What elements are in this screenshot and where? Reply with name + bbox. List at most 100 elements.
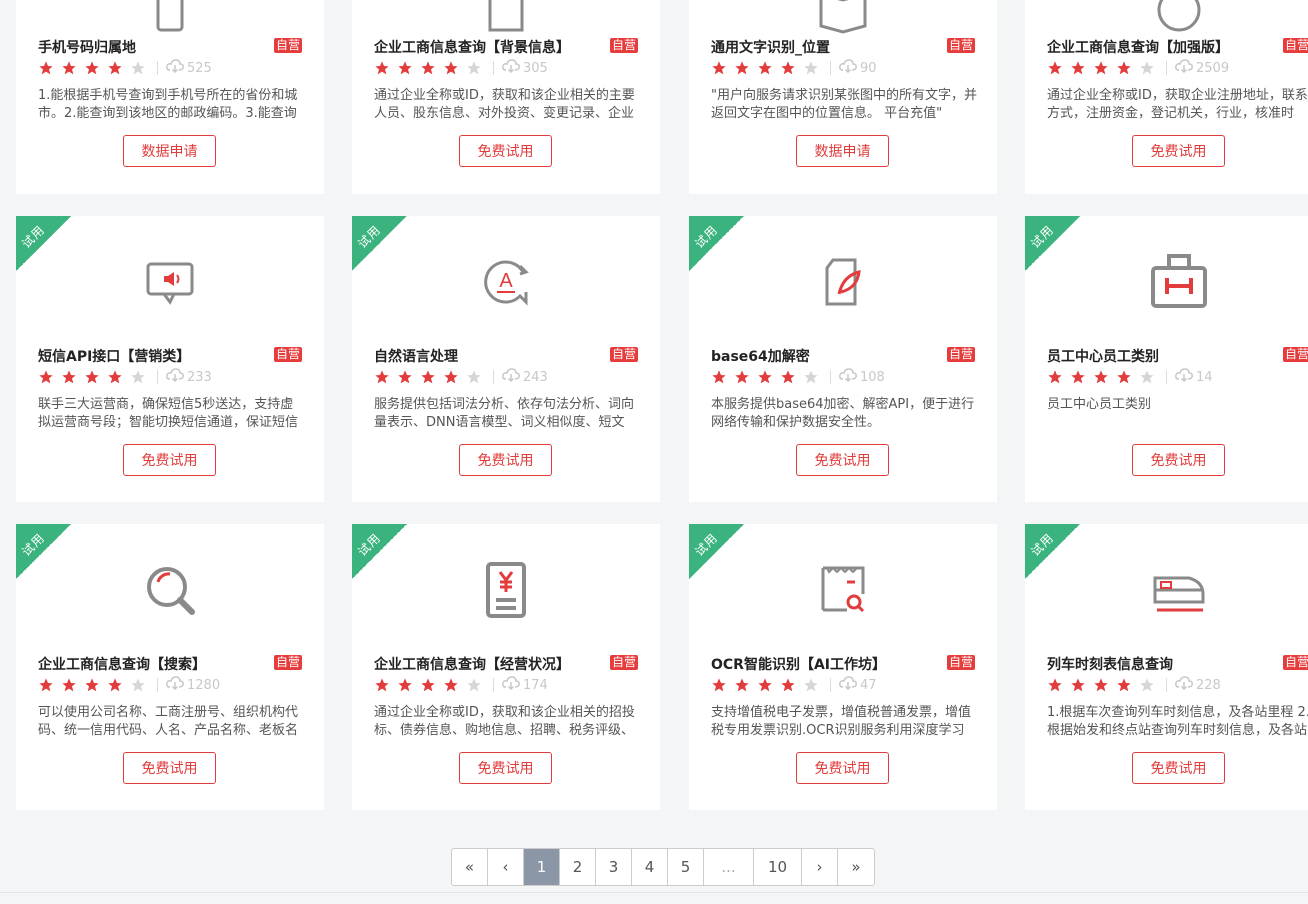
apply-button[interactable]: 免费试用 [1132,444,1225,476]
download-count: 108 [839,368,885,386]
apply-button[interactable]: 免费试用 [1132,135,1225,167]
apply-button[interactable]: 免费试用 [796,444,889,476]
download-count: 2509 [1175,59,1229,77]
star-icon [467,61,481,75]
search-icon [16,550,324,630]
product-title[interactable]: 短信API接口【营销类】 [38,346,190,366]
sms-icon [16,242,324,322]
cloud-download-icon [839,368,860,386]
apply-button[interactable]: 免费试用 [123,444,216,476]
product-card[interactable]: 试用 OCR智能识别【AI工作坊】 自营 47 支持增值税电子发票，增值税普通发票，增值… [689,524,997,810]
star-icon [1071,370,1085,384]
product-title[interactable]: 通用文字识别_位置 [711,37,830,57]
page-1-button[interactable]: 1 [524,849,560,885]
star-icon [1048,61,1062,75]
page-3-button[interactable]: 3 [596,849,632,885]
star-icon [735,61,749,75]
download-count: 1280 [166,676,220,694]
product-title[interactable]: 手机号码归属地 [38,37,136,57]
apply-button[interactable]: 免费试用 [459,752,552,784]
receipt-search-icon [689,550,997,630]
product-card[interactable]: 企业工商信息查询【背景信息】 自营 305 通过企业全称或ID，获取和该企业相关的主要… [352,0,660,194]
product-title[interactable]: base64加解密 [711,346,810,366]
product-title[interactable]: 企业工商信息查询【搜索】 [38,654,206,674]
product-title[interactable]: 自然语言处理 [374,346,458,366]
product-title[interactable]: 企业工商信息查询【经营状况】 [374,654,570,674]
product-title[interactable]: 企业工商信息查询【背景信息】 [374,37,570,57]
product-description: 1.根据车次查询列车时刻信息，及各站里程 2.根据始发和终点站查询列车时刻信息，… [1047,705,1308,738]
briefcase-icon [1025,242,1308,322]
rating: 108 [711,368,885,386]
product-card[interactable]: 企业工商信息查询【加强版】 自营 2509 通过企业全称或ID，获取企业注册地址，联系… [1025,0,1308,194]
self-operated-badge: 自营 [274,38,303,53]
star-icon [108,678,122,692]
star-icon [1094,61,1108,75]
product-description: 本服务提供base64加密、解密API，便于进行网络传输和保护数据安全性。 [711,397,975,430]
star-icon [1048,370,1062,384]
product-title[interactable]: 企业工商信息查询【加强版】 [1047,37,1229,57]
product-card[interactable]: 试用 base64加解密 自营 108 本服务提供base64加密、解密API，便于进行… [689,216,997,502]
pagination: « ‹ 1 2 3 4 5 ... 10 › » [451,848,875,886]
product-card[interactable]: 试用 列车时刻表信息查询 自营 228 1.根据车次查询列车时刻信息，及各站里程 2.根… [1025,524,1308,810]
product-card[interactable]: 试用 企业工商信息查询【搜索】 自营 1280 可以使用公司名称、工商注册号、组织机构代… [16,524,324,810]
invoice-yen-icon [352,550,660,630]
product-title[interactable]: 员工中心员工类别 [1047,346,1159,366]
download-count: 243 [502,368,548,386]
self-operated-badge: 自营 [1283,38,1308,53]
star-icon [1048,678,1062,692]
product-description: 1.能根据手机号查询到手机号所在的省份和城市。2.能查询到该地区的邮政编码。3.… [38,88,298,121]
product-description: 可以使用公司名称、工商注册号、组织机构代码、统一信用代码、人名、产品名称、老板名 [38,705,299,738]
rating: 14 [1047,368,1213,386]
star-icon [467,678,481,692]
star-icon [1140,61,1154,75]
self-operated-badge: 自营 [1283,347,1308,362]
self-operated-badge: 自营 [1283,655,1308,670]
cloud-download-icon [839,59,860,77]
product-card[interactable]: 试用 企业工商信息查询【经营状况】 自营 174 通过企业全称或ID，获取和该企业相关的… [352,524,660,810]
page-10-button[interactable]: 10 [754,849,802,885]
apply-button[interactable]: 数据申请 [796,135,889,167]
prev-page-button[interactable]: ‹ [488,849,524,885]
star-icon [1117,370,1131,384]
product-title[interactable]: OCR智能识别【AI工作坊】 [711,654,886,674]
apply-button[interactable]: 免费试用 [459,444,552,476]
star-icon [1094,678,1108,692]
product-title[interactable]: 列车时刻表信息查询 [1047,654,1173,674]
product-card[interactable]: 手机号码归属地 自营 525 1.能根据手机号查询到手机号所在的省份和城市。2.能查询… [16,0,324,194]
product-card[interactable]: 试用 短信API接口【营销类】 自营 233 联手三大运营商，确保短信5秒送达，支持虚拟… [16,216,324,502]
star-icon [735,370,749,384]
star-icon [108,61,122,75]
page-5-button[interactable]: 5 [668,849,704,885]
star-icon [712,678,726,692]
apply-button[interactable]: 免费试用 [123,752,216,784]
self-operated-badge: 自营 [274,655,303,670]
apply-button[interactable]: 免费试用 [459,135,552,167]
star-icon [39,678,53,692]
page-2-button[interactable]: 2 [560,849,596,885]
rating: 1280 [38,676,220,694]
first-page-button[interactable]: « [452,849,488,885]
rating: 233 [38,368,212,386]
star-icon [62,370,76,384]
star-icon [62,678,76,692]
product-card[interactable]: 通用文字识别_位置 自营 90 "用户向服务请求识别某张图中的所有文字，并返回文字在图… [689,0,997,194]
product-description: 员工中心员工类别 [1047,397,1152,412]
star-icon [1140,370,1154,384]
product-card[interactable]: 试用 员工中心员工类别 自营 14 员工中心员工类别 免费试用 [1025,216,1308,502]
download-count: 90 [839,59,877,77]
cloud-download-icon [1175,59,1196,77]
page-4-button[interactable]: 4 [632,849,668,885]
star-icon [804,61,818,75]
self-operated-badge: 自营 [610,347,639,362]
product-card[interactable]: 试用 A 自然语言处理 自营 243 服务提供包括词法分析、依存句法分析、词向量表示、DN… [352,216,660,502]
apply-button[interactable]: 免费试用 [796,752,889,784]
language-icon: A [352,242,660,322]
apply-button[interactable]: 免费试用 [1132,752,1225,784]
cloud-download-icon [502,676,523,694]
download-count: 228 [1175,676,1221,694]
apply-button[interactable]: 数据申请 [123,135,216,167]
last-page-button[interactable]: » [838,849,874,885]
next-page-button[interactable]: › [802,849,838,885]
star-icon [758,370,772,384]
star-icon [758,61,772,75]
